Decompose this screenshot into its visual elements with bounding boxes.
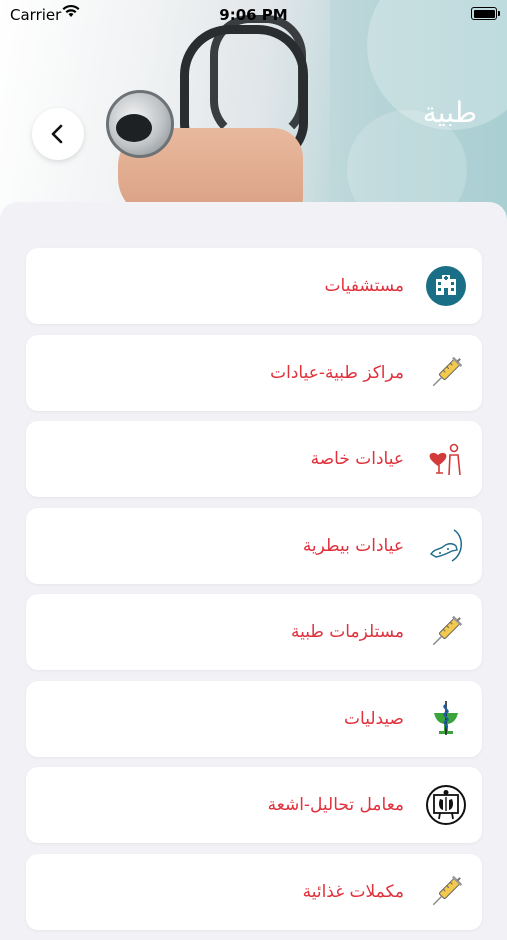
syringe-icon: [426, 612, 466, 652]
clock: 9:06 PM: [219, 6, 288, 24]
battery-icon: [471, 7, 500, 20]
list-item-veterinary[interactable]: عيادات بيطرية: [26, 507, 482, 584]
list-item-private-clinics[interactable]: عيادات خاصة: [26, 421, 482, 497]
list-item-medical-supplies[interactable]: مستلزمات طبية: [26, 594, 482, 670]
page-title: طبية: [422, 96, 477, 129]
xray-icon: [426, 785, 466, 825]
list-item-label: عيادات خاصة: [310, 449, 404, 469]
heart-person-icon: [426, 439, 466, 479]
list-item-label: معامل تحاليل-اشعة: [267, 795, 404, 815]
chevron-left-icon: [51, 124, 63, 144]
list-item-label: صيدليات: [344, 708, 404, 729]
pharmacy-icon: [426, 699, 466, 739]
list-item-medical-centers[interactable]: مراكز طبية-عيادات: [26, 334, 482, 411]
list-item-label: مكملات غذائية: [302, 881, 404, 902]
list-item-label: عيادات بيطرية: [302, 535, 404, 556]
category-list: مستشفيات مراكز طبية-عيادات عيادات خاصة ع…: [26, 248, 482, 940]
list-item-hospitals[interactable]: مستشفيات: [26, 248, 482, 324]
list-item-supplements[interactable]: مكملات غذائية: [26, 853, 482, 930]
list-item-label: مستشفيات: [324, 276, 404, 296]
list-item-pharmacies[interactable]: صيدليات: [26, 680, 482, 757]
hospital-icon: [426, 266, 466, 306]
list-item-label: مستلزمات طبية: [290, 622, 404, 642]
back-button[interactable]: [32, 108, 84, 160]
list-item-label: مراكز طبية-عيادات: [270, 362, 404, 383]
syringe-icon: [426, 872, 466, 912]
veterinary-icon: [426, 526, 466, 566]
status-bar: Carrier 9:06 PM: [0, 0, 507, 30]
list-item-labs-xray[interactable]: معامل تحاليل-اشعة: [26, 767, 482, 843]
stethoscope-bell: [116, 114, 152, 142]
syringe-icon: [426, 353, 466, 393]
